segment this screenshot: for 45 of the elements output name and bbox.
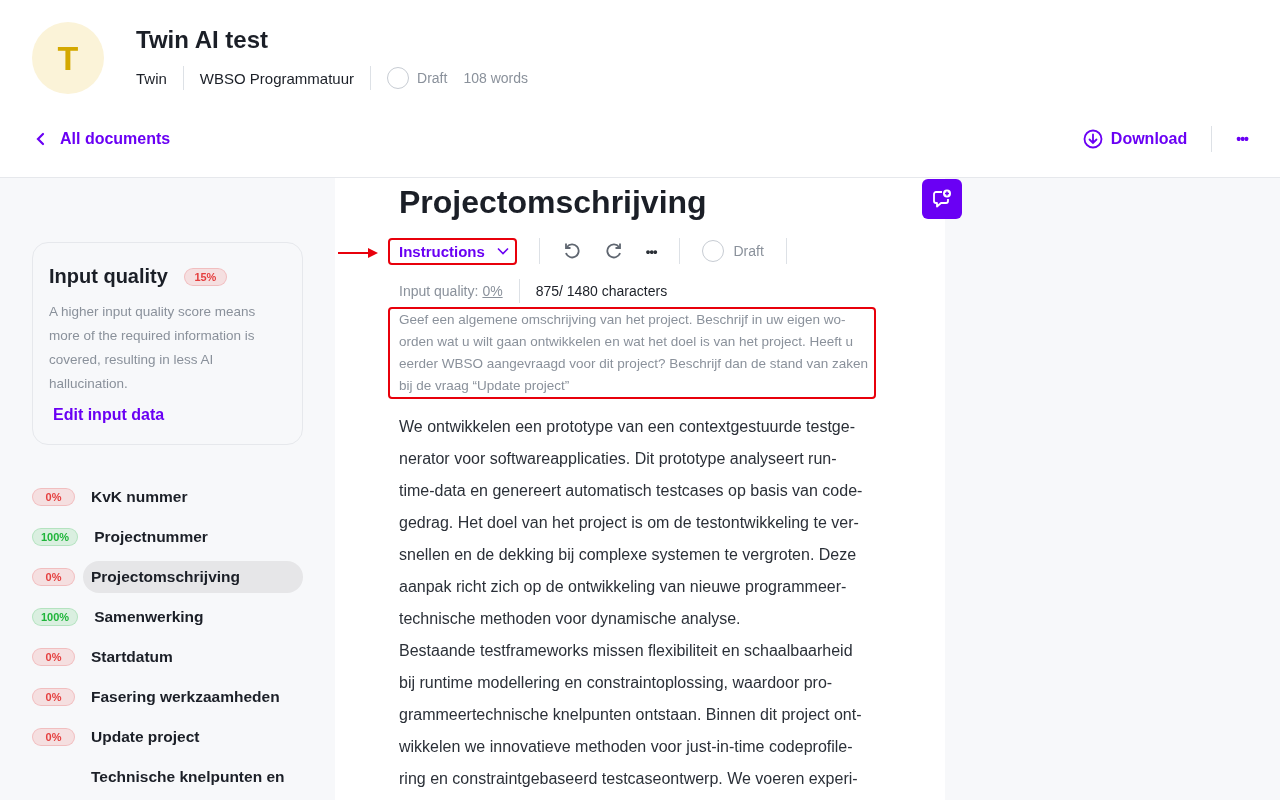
- section-item[interactable]: Technische knelpunten en: [83, 761, 303, 793]
- score-badge: 0%: [32, 568, 75, 586]
- score-badge: 0%: [32, 688, 75, 706]
- body-paragraph: We ontwikkelen een prototype van een contextgestuurde testge- nerator voor softwareapplicaties. Dit prototype analyseert run- time-data en genereert automatisch testcases op basis van code- gedrag. Het doel van het project is om de testontwikkeling te ver- snellen en de dekking bij complexe systemen te vergroten. Deze aanpak richt zich op de ontwikkeling van nieuwe programmeer- technische methoden voor dynamische analyse.: [399, 417, 864, 629]
- annotation-arrow: [338, 246, 380, 259]
- section-item[interactable]: Startdatum: [83, 641, 303, 673]
- chevron-left-icon: [36, 131, 46, 146]
- score-badge: 100%: [32, 608, 79, 626]
- edit-input-data-link[interactable]: Edit input data: [53, 406, 165, 423]
- score-badge: 100%: [32, 528, 79, 546]
- meta-text: Twin: [136, 69, 167, 87]
- body-paragraph: Bestaande testframeworks missen flexibiliteit en schaalbaarheid bij runtime modellering en constraintoplossing, waardoor pro- grammeertechnische knelpunten ontstaan. Binnen dit project ont- wikkelen we innovatieve methoden voor just-in-time codeprofile- ring en constraintgebaseerd testcaseontwerp. We voeren experi-: [399, 641, 863, 789]
- section-item[interactable]: KvK nummer: [83, 481, 303, 513]
- add-comment-button[interactable]: [922, 179, 962, 219]
- section-item[interactable]: Fasering werkzaamheden: [83, 681, 303, 713]
- more-button[interactable]: •••: [645, 243, 657, 259]
- instructions-text: Geef een algemene omschrijving van het project. Beschrijf in uw eigen wo- orden wat u wilt gaan ontwikkelen en wat het doel is van het project. Heeft u eerder WBSO aangevraagd voor dit project? Beschrijf dan de stand van zaken bij de vraag “Update project”: [399, 311, 869, 395]
- section-item[interactable]: Samenwerking: [86, 601, 303, 633]
- section-item[interactable]: Update project: [83, 721, 303, 753]
- input-quality-label: Input quality:: [399, 283, 479, 299]
- word-count: 108 words: [463, 70, 528, 86]
- score-badge: 0%: [32, 488, 75, 506]
- character-count: 875/ 1480 characters: [535, 283, 668, 299]
- chevron-down-icon: [496, 247, 509, 255]
- section-item[interactable]: Projectomschrijving: [83, 561, 303, 593]
- download-icon: [1082, 128, 1103, 149]
- card-title: Input quality: [49, 265, 168, 288]
- score-badge: 15%: [183, 267, 227, 286]
- download-button[interactable]: Download: [1082, 128, 1188, 149]
- section-title: Projectomschrijving: [399, 184, 708, 221]
- avatar: T: [32, 22, 104, 94]
- section-item[interactable]: Projectnummer: [86, 521, 303, 553]
- status-text: Draft: [733, 243, 764, 259]
- more-button[interactable]: •••: [1236, 130, 1248, 147]
- status-text: Draft: [417, 70, 448, 86]
- redo-button[interactable]: [603, 241, 624, 261]
- card-description: A higher input quality score means more of the required information is covered, resulting in less AI hallucination.: [49, 303, 257, 393]
- redo-icon: [603, 241, 624, 261]
- meta-text: WBSO Programmatuur: [199, 69, 355, 87]
- comment-plus-icon: [931, 188, 953, 210]
- back-link[interactable]: All documents: [36, 129, 171, 148]
- instructions-dropdown[interactable]: Instructions: [399, 242, 509, 260]
- document-title: Twin AI test: [136, 26, 269, 54]
- score-badge: 0%: [32, 648, 75, 666]
- score-badge: 0%: [32, 728, 75, 746]
